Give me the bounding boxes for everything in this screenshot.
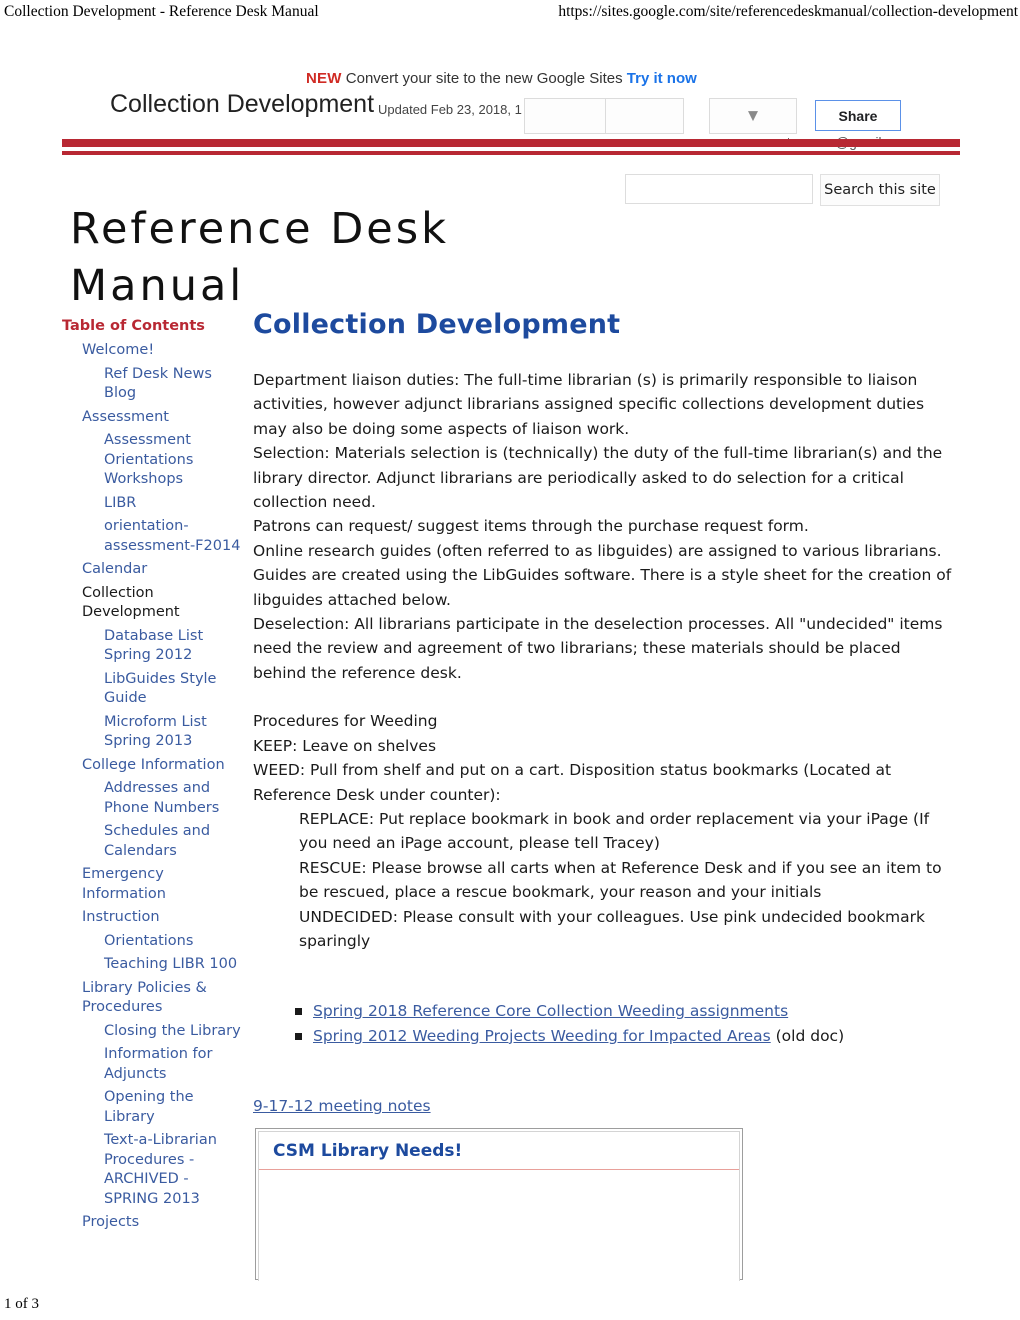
chevron-down-icon: ▼ [748,108,758,124]
share-button[interactable]: Share [815,100,901,131]
last-updated-text: Updated Feb 23, 2018, 1 [378,102,522,117]
sidebar-item-teaching-libr-100[interactable]: Teaching LIBR 100 [62,955,242,975]
weeding-weed: WEED: Pull from shelf and put on a cart.… [253,761,892,804]
sidebar-item-ref-desk-news-blog[interactable]: Ref Desk News Blog [62,365,242,404]
sidebar-item-libr[interactable]: LIBR [62,494,242,514]
main-content: Collection Development Department liaiso… [253,308,953,1118]
sidebar-item-library-policies-procedures[interactable]: Library Policies & Procedures [62,979,242,1018]
new-sites-promo: NEW Convert your site to the new Google … [306,70,697,87]
sidebar-item-instruction[interactable]: Instruction [62,908,242,928]
sidebar-item-text-a-librarian-procedures[interactable]: Text-a-Librarian Procedures -ARCHIVED - … [62,1131,242,1209]
link-suffix: (old doc) [770,1026,845,1045]
print-header-title: Collection Development - Reference Desk … [4,3,319,20]
paragraph-deselection: Deselection: All librarians participate … [253,615,943,682]
paragraph-selection: Selection: Materials selection is (techn… [253,444,943,512]
table-of-contents-heading: Table of Contents [62,318,205,334]
search-button[interactable]: Search this site [820,174,940,206]
attachment-link-list: Spring 2018 Reference Core Collection We… [253,999,953,1048]
button-group-divider [605,99,606,133]
sidebar-item-addresses-and-phone-numbers[interactable]: Addresses and Phone Numbers [62,779,242,818]
header-button-group[interactable] [524,98,684,134]
link-spring-2012-weeding-projects[interactable]: Spring 2012 Weeding Projects Weeding for… [313,1027,771,1045]
list-item: Spring 2012 Weeding Projects Weeding for… [295,1024,953,1049]
page-title: Reference Desk Manual [70,203,450,311]
sidebar-item-calendar[interactable]: Calendar [62,560,242,580]
sidebar-item-emergency-information[interactable]: Emergency Information [62,865,242,904]
header-rule-thin [62,151,960,155]
link-meeting-notes[interactable]: 9-17-12 meeting notes [253,1094,431,1118]
more-actions-button[interactable]: ▼ [709,98,797,134]
search-input[interactable] [625,174,813,204]
sidebar-item-information-for-adjuncts[interactable]: Information for Adjuncts [62,1045,242,1084]
weeding-keep: KEEP: Leave on shelves [253,736,437,755]
sidebar-item-closing-the-library[interactable]: Closing the Library [62,1022,242,1042]
list-item: Spring 2018 Reference Core Collection We… [295,999,953,1024]
paragraph-online-guides: Online research guides (often referred t… [253,541,952,609]
new-badge: NEW [306,70,342,87]
site-page-name: Collection Development [110,90,375,118]
content-heading: Collection Development [253,309,621,340]
weeding-heading: Procedures for Weeding [253,712,438,731]
weeding-undecided: UNDECIDED: Please consult with your coll… [299,907,925,950]
sidebar-item-database-list-spring-2012[interactable]: Database List Spring 2012 [62,627,242,666]
sidebar-item-welcome[interactable]: Welcome! [62,341,242,361]
page-indicator: 1 of 3 [4,1296,39,1312]
weeding-rescue: RESCUE: Please browse all carts when at … [299,858,942,902]
link-spring-2018-weeding-assignments[interactable]: Spring 2018 Reference Core Collection We… [313,1002,788,1020]
sidebar-item-projects[interactable]: Projects [62,1213,242,1233]
sidebar-item-college-information[interactable]: College Information [62,756,242,776]
sidebar-item-orientation-assessment-f2014[interactable]: orientation-assessment-F2014 [62,517,242,556]
gadget-frame: CSM Library Needs! [258,1131,740,1281]
try-it-now-link[interactable]: Try it now [627,70,697,87]
sidebar-item-assessment[interactable]: Assessment [62,408,242,428]
print-header-url: https://sites.google.com/site/referenced… [558,3,1018,20]
embedded-gadget-csm-library-needs[interactable]: CSM Library Needs! [255,1128,743,1281]
paragraph-patrons: Patrons can request/ suggest items throu… [253,517,809,536]
weeding-replace: REPLACE: Put replace bookmark in book an… [299,809,930,853]
sidebar-item-opening-the-library[interactable]: Opening the Library [62,1088,242,1127]
paragraph-liaison-duties: Department liaison duties: The full-time… [253,371,925,438]
sidebar-item-orientations[interactable]: Orientations [62,932,242,952]
sidebar: Table of Contents Welcome! Ref Desk News… [62,316,242,1237]
header-rule-thick [62,139,960,147]
sidebar-item-libguides-style-guide[interactable]: LibGuides Style Guide [62,670,242,709]
gadget-title: CSM Library Needs! [259,1132,739,1170]
print-header: Collection Development - Reference Desk … [0,0,1020,30]
sidebar-item-collection-development[interactable]: Collection Development [62,584,242,623]
sidebar-item-schedules-and-calendars[interactable]: Schedules and Calendars [62,822,242,861]
promo-text: Convert your site to the new Google Site… [345,70,623,87]
sidebar-item-assessment-orientations-workshops[interactable]: Assessment Orientations Workshops [62,431,242,490]
table-of-contents-list: Welcome! Ref Desk News Blog Assessment A… [62,341,242,1233]
sidebar-item-microform-list-spring-2013[interactable]: Microform List Spring 2013 [62,713,242,752]
